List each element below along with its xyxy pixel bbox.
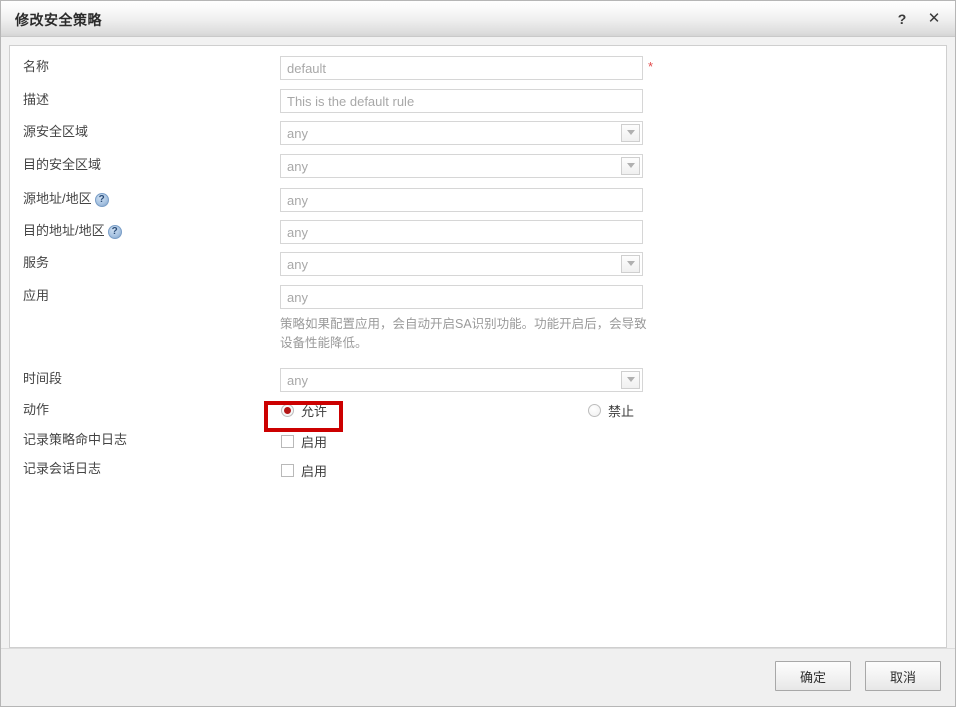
- radio-selected-icon[interactable]: [281, 404, 294, 417]
- form-row-action: 动作 允许 禁止: [10, 399, 946, 433]
- dialog-content: 名称 * 描述 源安全区域: [9, 45, 947, 648]
- label-application-text: 应用: [23, 288, 50, 303]
- modify-security-policy-dialog: 修改安全策略 ? ✕ 名称 * 描述: [0, 0, 956, 707]
- title-bar-buttons: ? ✕: [893, 1, 943, 37]
- close-icon[interactable]: ✕: [925, 10, 943, 28]
- checkbox-icon[interactable]: [281, 435, 294, 448]
- chevron-down-icon[interactable]: [621, 124, 640, 142]
- description-input[interactable]: [280, 89, 643, 113]
- chevron-down-icon[interactable]: [621, 157, 640, 175]
- label-policy-hit-log-text: 记录策略命中日志: [23, 432, 128, 447]
- label-service: 服务: [23, 252, 49, 274]
- label-source-address: 源地址/地区 ?: [23, 188, 109, 210]
- label-session-log-text: 记录会话日志: [23, 461, 102, 476]
- source-zone-select[interactable]: [280, 121, 643, 145]
- service-input[interactable]: [280, 252, 643, 276]
- ok-button[interactable]: 确定: [775, 661, 851, 691]
- checkbox-icon[interactable]: [281, 464, 294, 477]
- application-input[interactable]: [280, 285, 643, 309]
- label-description-text: 描述: [23, 92, 50, 107]
- label-time-range: 时间段: [23, 368, 62, 390]
- form-row-source-address: 源地址/地区 ?: [10, 188, 946, 222]
- form-row-application: 应用: [10, 285, 946, 319]
- destination-address-input[interactable]: [280, 220, 643, 244]
- service-select[interactable]: [280, 252, 643, 276]
- label-application: 应用: [23, 285, 49, 307]
- label-service-text: 服务: [23, 255, 50, 270]
- chevron-down-icon[interactable]: [621, 371, 640, 389]
- chevron-down-icon[interactable]: [621, 255, 640, 273]
- form-row-description: 描述: [10, 89, 946, 123]
- checkbox-session-log[interactable]: 启用: [281, 461, 327, 480]
- label-source-zone: 源安全区域: [23, 121, 88, 143]
- radio-action-deny[interactable]: 禁止: [588, 401, 634, 420]
- required-marker-name: *: [648, 59, 654, 74]
- form-row-destination-zone: 目的安全区域: [10, 154, 946, 188]
- source-address-input[interactable]: [280, 188, 643, 212]
- label-destination-zone-text: 目的安全区域: [23, 157, 102, 172]
- dialog-title-bar: 修改安全策略 ? ✕: [1, 1, 955, 37]
- form-row-destination-address: 目的地址/地区 ?: [10, 220, 946, 254]
- label-time-range-text: 时间段: [23, 371, 63, 386]
- label-action: 动作: [23, 399, 49, 421]
- label-source-address-text: 源地址/地区: [23, 191, 92, 206]
- application-hint-text: 策略如果配置应用，会自动开启SA识别功能。功能开启后，会导致设备性能降低。: [280, 317, 647, 350]
- source-zone-input[interactable]: [280, 121, 643, 145]
- form-row-name: 名称 *: [10, 56, 946, 90]
- label-action-text: 动作: [23, 402, 50, 417]
- help-icon[interactable]: ?: [94, 193, 109, 207]
- cancel-button[interactable]: 取消: [865, 661, 941, 691]
- label-destination-address-text: 目的地址/地区: [23, 223, 105, 238]
- radio-unselected-icon[interactable]: [588, 404, 601, 417]
- form-row-source-zone: 源安全区域: [10, 121, 946, 155]
- label-source-zone-text: 源安全区域: [23, 124, 89, 139]
- dialog-footer: 确定 取消: [1, 648, 955, 706]
- label-destination-zone: 目的安全区域: [23, 154, 101, 176]
- form-row-service: 服务: [10, 252, 946, 286]
- label-name: 名称: [23, 56, 49, 78]
- help-icon[interactable]: ?: [107, 225, 122, 239]
- label-session-log: 记录会话日志: [23, 458, 101, 480]
- checkbox-session-log-label: 启用: [301, 464, 328, 479]
- label-policy-hit-log: 记录策略命中日志: [23, 429, 127, 451]
- name-input[interactable]: [280, 56, 643, 80]
- label-name-text: 名称: [23, 59, 50, 74]
- destination-zone-input[interactable]: [280, 154, 643, 178]
- help-icon[interactable]: ?: [893, 10, 911, 28]
- footer-buttons: 确定 取消: [775, 661, 941, 691]
- radio-action-deny-label: 禁止: [608, 404, 635, 419]
- radio-action-permit-label: 允许: [301, 404, 328, 419]
- destination-zone-select[interactable]: [280, 154, 643, 178]
- checkbox-policy-hit-log-label: 启用: [301, 435, 328, 450]
- label-description: 描述: [23, 89, 49, 111]
- dialog-title: 修改安全策略: [15, 12, 102, 28]
- time-range-input[interactable]: [280, 368, 643, 392]
- form-row-time-range: 时间段: [10, 368, 946, 402]
- time-range-select[interactable]: [280, 368, 643, 392]
- checkbox-policy-hit-log[interactable]: 启用: [281, 432, 327, 451]
- form-row-session-log: 记录会话日志 启用: [10, 458, 946, 492]
- label-destination-address: 目的地址/地区 ?: [23, 220, 122, 242]
- radio-action-permit[interactable]: 允许: [281, 401, 327, 420]
